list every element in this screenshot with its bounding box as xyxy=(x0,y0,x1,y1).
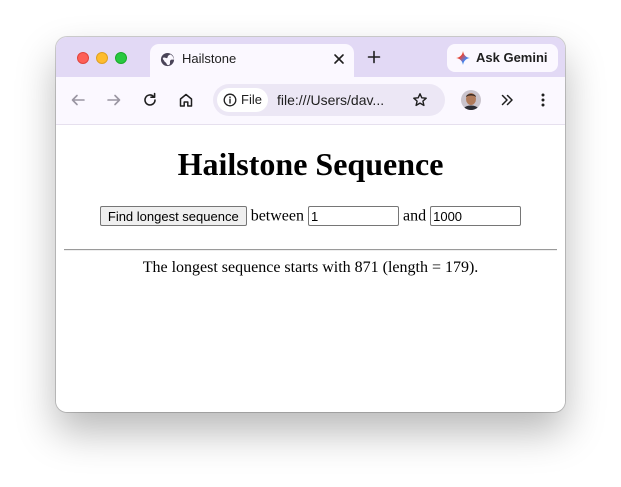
ask-gemini-button[interactable]: Ask Gemini xyxy=(447,44,558,72)
home-icon[interactable] xyxy=(178,92,194,108)
tab-title: Hailstone xyxy=(182,51,237,66)
profile-avatar[interactable] xyxy=(461,90,481,110)
ask-gemini-label: Ask Gemini xyxy=(476,50,548,65)
window-minimize-button[interactable] xyxy=(96,52,108,64)
url-text[interactable]: file:///Users/dav... xyxy=(277,92,384,108)
gemini-spark-icon xyxy=(456,51,470,65)
browser-toolbar: File file:///Users/dav... xyxy=(56,77,565,125)
site-info-label: File xyxy=(241,92,262,107)
search-controls: Find longest sequence between and xyxy=(56,205,565,227)
and-label: and xyxy=(403,207,427,225)
address-bar[interactable]: File file:///Users/dav... xyxy=(213,84,445,116)
window-maximize-button[interactable] xyxy=(115,52,127,64)
profile-photo xyxy=(461,90,481,110)
tab-close-icon[interactable] xyxy=(332,52,346,66)
forward-icon[interactable] xyxy=(106,92,122,108)
browser-window: Hailstone Ask Gemini File file:///Users/… xyxy=(56,37,565,412)
tab-hailstone[interactable]: Hailstone xyxy=(150,44,354,77)
divider xyxy=(64,249,557,251)
window-close-button[interactable] xyxy=(77,52,89,64)
reload-icon[interactable] xyxy=(142,92,158,108)
range-end-input[interactable] xyxy=(430,206,522,227)
page-title: Hailstone Sequence xyxy=(177,146,444,182)
screen: Hailstone Ask Gemini File file:///Users/… xyxy=(0,0,621,487)
new-tab-icon[interactable] xyxy=(367,50,381,64)
find-longest-sequence-button[interactable]: Find longest sequence xyxy=(99,206,247,227)
page-content: Hailstone Sequence Find longest sequence… xyxy=(56,125,565,412)
info-icon xyxy=(223,93,237,107)
menu-icon[interactable] xyxy=(535,92,551,108)
tab-strip: Hailstone Ask Gemini xyxy=(56,37,565,77)
extensions-icon[interactable] xyxy=(499,92,515,108)
between-label: between xyxy=(250,207,304,225)
range-start-input[interactable] xyxy=(308,206,399,227)
globe-icon xyxy=(160,52,175,67)
site-info-chip[interactable]: File xyxy=(217,88,268,112)
result-text: The longest sequence starts with 871 (le… xyxy=(142,259,479,276)
bookmark-star-icon[interactable] xyxy=(412,92,428,108)
back-icon[interactable] xyxy=(70,92,86,108)
